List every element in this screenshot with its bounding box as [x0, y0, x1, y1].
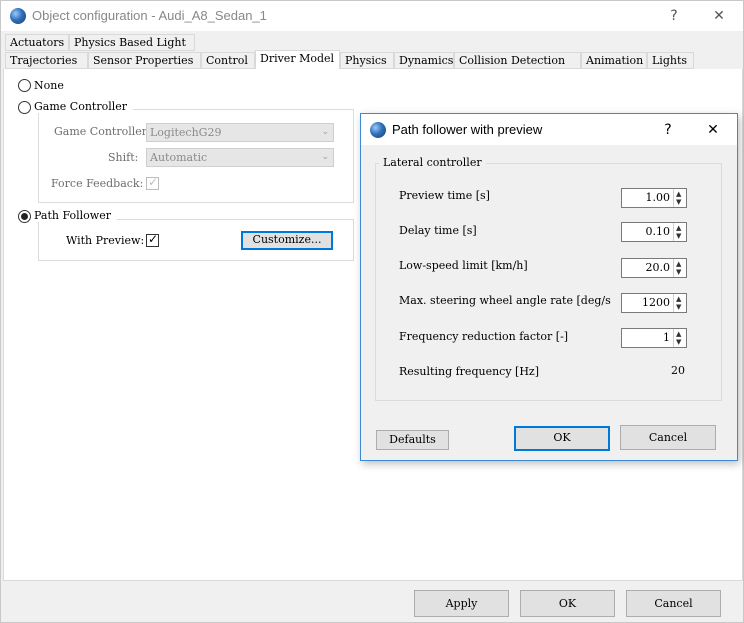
spin-down-icon: ▼ [676, 232, 682, 240]
tab-lights[interactable]: Lights [647, 52, 694, 69]
spin-down-icon: ▼ [676, 268, 682, 276]
spin-up-icon: ▲ [676, 190, 682, 198]
game-controller-label: Game Controller [34, 100, 134, 113]
spin-up-icon: ▲ [676, 330, 682, 338]
game-controller-combo[interactable]: LogitechG29 ⌄ [146, 123, 334, 142]
spin-up-icon: ▲ [676, 224, 682, 232]
delay-time-spinbox[interactable]: 0.10 ▲ ▼ [621, 222, 687, 242]
game-controller-field-label: Game Controller [54, 125, 148, 138]
none-label: None [34, 79, 64, 92]
lateral-controller-label: Lateral controller [379, 156, 486, 169]
title-bar: Object configuration - Audi_A8_Sedan_1 ?… [1, 1, 743, 31]
spin-up-icon: ▲ [676, 260, 682, 268]
frequency-reduction-label: Frequency reduction factor [-] [399, 330, 569, 343]
spin-arrows[interactable]: ▲ ▼ [673, 189, 686, 207]
chevron-down-icon: ⌄ [321, 152, 329, 162]
low-speed-limit-spinbox[interactable]: 20.0 ▲ ▼ [621, 258, 687, 278]
game-controller-value: LogitechG29 [150, 126, 222, 139]
path-follower-dialog: Path follower with preview ? ✕ Lateral c… [360, 113, 738, 461]
ok-button[interactable]: OK [520, 590, 615, 617]
tab-physics-based-light[interactable]: Physics Based Light [69, 34, 195, 51]
spin-arrows[interactable]: ▲ ▼ [673, 329, 686, 347]
tab-trajectories[interactable]: Trajectories [5, 52, 88, 69]
delay-time-label: Delay time [s] [399, 224, 477, 237]
checkmark-icon: ✓ [148, 175, 159, 189]
with-preview-label: With Preview: [66, 234, 145, 247]
max-steering-rate-spinbox[interactable]: 1200 ▲ ▼ [621, 293, 687, 313]
close-button[interactable]: ✕ [699, 4, 739, 28]
preview-time-value: 1.00 [645, 191, 671, 204]
game-controller-radio[interactable] [18, 101, 31, 114]
none-radio[interactable] [18, 79, 31, 92]
shift-combo[interactable]: Automatic ⌄ [146, 148, 334, 167]
dialog-title: Path follower with preview [392, 122, 543, 137]
frequency-reduction-spinbox[interactable]: 1 ▲ ▼ [621, 328, 687, 348]
tab-dynamics[interactable]: Dynamics [394, 52, 454, 69]
spin-down-icon: ▼ [676, 303, 682, 311]
max-steering-rate-value: 1200 [642, 296, 670, 309]
tab-physics[interactable]: Physics [340, 52, 394, 69]
delay-time-value: 0.10 [645, 225, 671, 238]
defaults-button[interactable]: Defaults [376, 430, 449, 450]
spin-arrows[interactable]: ▲ ▼ [673, 294, 686, 312]
spin-arrows[interactable]: ▲ ▼ [673, 223, 686, 241]
resulting-frequency-label: Resulting frequency [Hz] [399, 365, 540, 378]
low-speed-limit-value: 20.0 [645, 261, 671, 274]
apply-button[interactable]: Apply [414, 590, 509, 617]
path-follower-label: Path Follower [34, 209, 117, 222]
chevron-down-icon: ⌄ [321, 127, 329, 137]
tab-animation[interactable]: Animation [581, 52, 647, 69]
path-follower-radio[interactable] [18, 210, 31, 223]
app-globe-icon [10, 8, 26, 24]
spin-arrows[interactable]: ▲ ▼ [673, 259, 686, 277]
spin-down-icon: ▼ [676, 198, 682, 206]
tab-sensor-properties[interactable]: Sensor Properties [88, 52, 201, 69]
checkmark-icon: ✓ [148, 232, 159, 246]
force-feedback-checkbox[interactable]: ✓ [146, 175, 159, 190]
preview-time-spinbox[interactable]: 1.00 ▲ ▼ [621, 188, 687, 208]
shift-value: Automatic [150, 151, 208, 164]
tab-collision-detection[interactable]: Collision Detection [454, 52, 581, 69]
with-preview-checkbox[interactable]: ✓ [146, 232, 159, 247]
spin-up-icon: ▲ [676, 295, 682, 303]
tab-actuators[interactable]: Actuators [5, 34, 69, 51]
frequency-reduction-value: 1 [663, 331, 670, 344]
help-button[interactable]: ? [654, 4, 694, 28]
app-globe-icon [370, 122, 386, 138]
spin-down-icon: ▼ [676, 338, 682, 346]
dialog-ok-button[interactable]: OK [514, 426, 610, 451]
tab-driver-model[interactable]: Driver Model [255, 50, 340, 69]
shift-label: Shift: [108, 151, 139, 164]
dialog-help-button[interactable]: ? [648, 118, 688, 142]
tab-control[interactable]: Control [201, 52, 255, 69]
dialog-close-button[interactable]: ✕ [693, 118, 733, 142]
dialog-cancel-button[interactable]: Cancel [620, 425, 716, 450]
cancel-button[interactable]: Cancel [626, 590, 721, 617]
resulting-frequency-value: 20 [671, 364, 685, 377]
max-steering-rate-label: Max. steering wheel angle rate [deg/s [399, 294, 611, 307]
dialog-title-bar: Path follower with preview ? ✕ [361, 114, 737, 145]
window-title: Object configuration - Audi_A8_Sedan_1 [32, 8, 267, 23]
force-feedback-label: Force Feedback: [51, 177, 144, 190]
low-speed-limit-label: Low-speed limit [km/h] [399, 259, 528, 272]
preview-time-label: Preview time [s] [399, 189, 490, 202]
customize-button[interactable]: Customize... [241, 231, 333, 250]
